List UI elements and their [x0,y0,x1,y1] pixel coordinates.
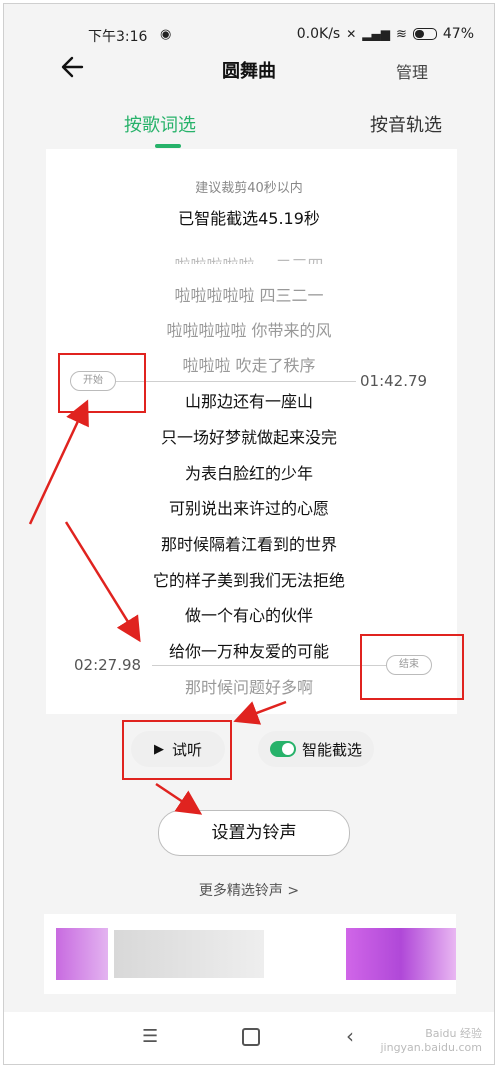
screen: 下午3:16 ◉ 0.0K/s ✕ ▂▄▆ ≋ 47% 圆舞曲 管理 按歌词选 … [3,3,495,1065]
annotation-arrows [28,399,287,815]
watermark: Baidu 经验 jingyan.baidu.com [380,1027,482,1054]
